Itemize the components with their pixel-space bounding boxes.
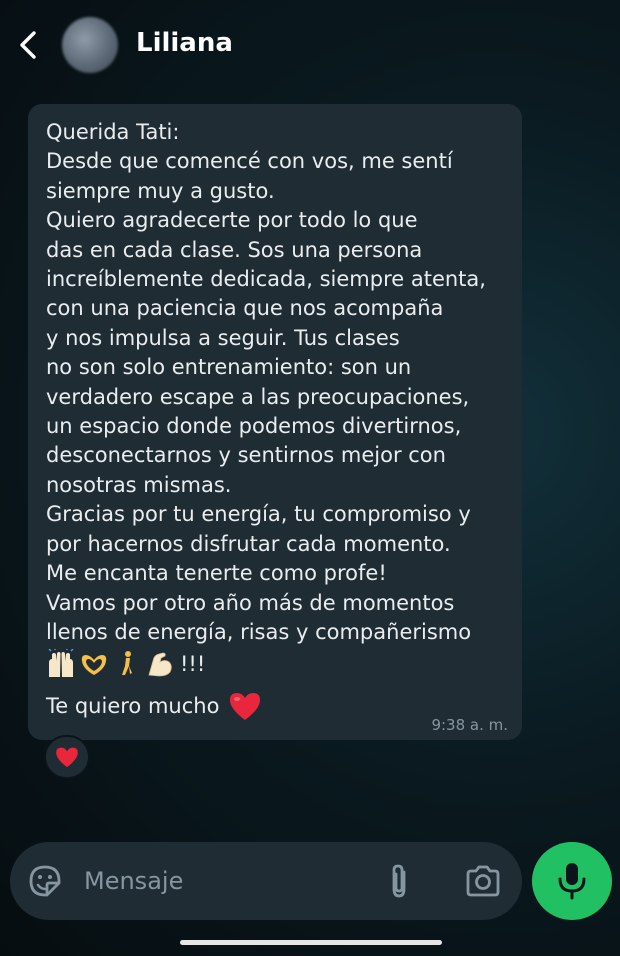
- message-input-bar: Mensaje: [10, 842, 522, 920]
- message-time: 9:38 a. m.: [431, 716, 508, 734]
- voice-record-button[interactable]: [532, 842, 612, 920]
- emoji-line: !!!: [46, 648, 205, 680]
- raising-hands-icon: [48, 649, 74, 677]
- paperclip-icon[interactable]: [384, 862, 414, 900]
- dancer-icon: [122, 651, 132, 675]
- closing-text: Te quiero mucho: [46, 694, 220, 718]
- red-heart-icon: [56, 747, 78, 768]
- back-arrow-icon[interactable]: [14, 28, 44, 62]
- navigation-handle[interactable]: [180, 940, 442, 945]
- camera-icon[interactable]: [464, 864, 502, 898]
- reaction-badge[interactable]: [44, 735, 90, 779]
- contact-name[interactable]: Liliana: [136, 28, 233, 58]
- closing-line: Te quiero mucho: [46, 690, 263, 722]
- flexed-biceps-icon: [148, 652, 172, 677]
- red-heart-icon: [230, 693, 261, 720]
- heart-hands-icon: [81, 655, 107, 675]
- sticker-icon[interactable]: [28, 864, 62, 898]
- message-text: Querida Tati: Desde que comencé con vos,…: [46, 120, 486, 644]
- chat-header: Liliana: [0, 0, 620, 90]
- microphone-icon: [558, 863, 586, 900]
- message-input[interactable]: Mensaje: [84, 867, 183, 895]
- emoji-suffix: !!!: [180, 652, 206, 676]
- contact-avatar[interactable]: [62, 17, 118, 73]
- message-bubble[interactable]: Querida Tati: Desde que comencé con vos,…: [28, 104, 522, 740]
